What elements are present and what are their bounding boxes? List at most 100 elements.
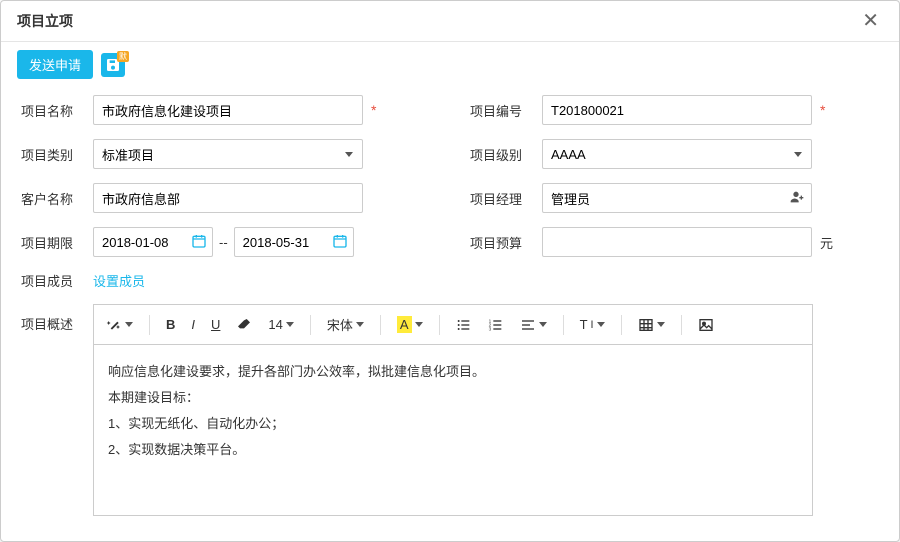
modal: 项目立项 ✕ 发送申请 默 项目名称 * 项目编号 * 项目类别 [0,0,900,542]
row-desc: 项目概述 B I U 14 [21,304,879,516]
editor-line: 本期建设目标： [108,385,798,411]
separator [149,315,150,335]
font-size-value: 14 [268,317,282,332]
eraser-button[interactable] [236,317,252,333]
underline-button[interactable]: U [211,317,220,332]
budget-unit: 元 [820,233,833,252]
svg-text:3: 3 [488,326,491,331]
font-family-value: 宋体 [327,315,353,334]
list-ol-icon: 123 [488,317,504,333]
project-name-input[interactable] [93,95,363,125]
row-customer-manager: 客户名称 项目经理 [21,183,879,213]
label-budget: 项目预算 [470,233,542,252]
set-members-link[interactable]: 设置成员 [93,271,145,290]
date-to-input[interactable] [234,227,354,257]
group-project-level: 项目级别 [470,139,879,169]
text-color-button[interactable]: A [397,316,423,333]
group-project-cat: 项目类别 [21,139,430,169]
bold-button[interactable]: B [166,317,175,332]
group-project-no: 项目编号 * [470,95,879,125]
label-members: 项目成员 [21,271,93,290]
text-color-icon: A [397,316,412,333]
eraser-icon [236,317,252,333]
group-budget: 项目预算 元 [470,227,879,257]
customer-input[interactable] [93,183,363,213]
label-project-cat: 项目类别 [21,145,93,164]
editor-line: 响应信息化建设要求，提升各部门办公效率，拟批建信息化项目。 [108,359,798,385]
table-button[interactable] [638,317,665,333]
italic-button[interactable]: I [191,317,195,332]
group-members: 项目成员 设置成员 [21,271,145,290]
group-customer: 客户名称 [21,183,430,213]
align-button[interactable] [520,317,547,333]
editor-toolbar: B I U 14 宋体 [94,305,812,345]
date-separator: -- [219,235,228,250]
row-period-budget: 项目期限 -- 项目预算 元 [21,227,879,257]
editor-line: 1、实现无纸化、自动化办公； [108,411,798,437]
separator [563,315,564,335]
image-button[interactable] [698,317,714,333]
chevron-down-icon [356,322,364,327]
add-person-icon[interactable] [788,189,804,208]
row-members: 项目成员 设置成员 [21,271,879,290]
close-button[interactable]: ✕ [858,11,883,31]
label-project-level: 项目级别 [470,145,542,164]
text-style-button[interactable]: TI [580,317,605,332]
date-to-wrap[interactable] [234,227,354,257]
magic-tool[interactable] [106,317,133,333]
group-project-name: 项目名称 * [21,95,430,125]
chevron-down-icon [125,322,133,327]
separator [439,315,440,335]
row-name-no: 项目名称 * 项目编号 * [21,95,879,125]
date-from-input[interactable] [93,227,213,257]
font-size-picker[interactable]: 14 [268,317,293,332]
project-cat-value[interactable] [93,139,363,169]
align-icon [520,317,536,333]
form-body: 项目名称 * 项目编号 * 项目类别 项目级别 [1,91,899,541]
group-period: 项目期限 -- [21,227,430,257]
toolbar: 发送申请 默 [1,42,899,91]
label-customer: 客户名称 [21,189,93,208]
project-cat-select[interactable] [93,139,363,169]
chevron-down-icon [539,322,547,327]
label-manager: 项目经理 [470,189,542,208]
ordered-list-button[interactable]: 123 [488,317,504,333]
chevron-down-icon [597,322,605,327]
group-manager: 项目经理 [470,183,879,213]
editor-line: 2、实现数据决策平台。 [108,437,798,463]
project-level-select[interactable] [542,139,812,169]
chevron-down-icon [286,322,294,327]
save-icon-button[interactable]: 默 [101,53,125,77]
editor-content[interactable]: 响应信息化建设要求，提升各部门办公效率，拟批建信息化项目。 本期建设目标： 1、… [94,345,812,515]
font-family-picker[interactable]: 宋体 [327,315,364,334]
t-label: T [580,317,588,332]
image-icon [698,317,714,333]
send-button[interactable]: 发送申请 [17,50,93,79]
project-no-input[interactable] [542,95,812,125]
list-ul-icon [456,317,472,333]
separator [681,315,682,335]
budget-input[interactable] [542,227,812,257]
label-project-name: 项目名称 [21,101,93,120]
label-period: 项目期限 [21,233,93,252]
separator [621,315,622,335]
label-desc: 项目概述 [21,314,93,333]
unordered-list-button[interactable] [456,317,472,333]
manager-picker[interactable] [542,183,812,213]
modal-header: 项目立项 ✕ [1,1,899,42]
required-mark: * [820,102,825,118]
table-icon [638,317,654,333]
icon-badge: 默 [117,51,129,62]
row-cat-level: 项目类别 项目级别 [21,139,879,169]
project-level-value[interactable] [542,139,812,169]
chevron-down-icon [415,322,423,327]
separator [310,315,311,335]
modal-title: 项目立项 [17,11,73,31]
magic-wand-icon [106,317,122,333]
label-project-no: 项目编号 [470,101,542,120]
separator [380,315,381,335]
chevron-down-icon [657,322,665,327]
date-from-wrap[interactable] [93,227,213,257]
manager-input[interactable] [542,183,812,213]
required-mark: * [371,102,376,118]
